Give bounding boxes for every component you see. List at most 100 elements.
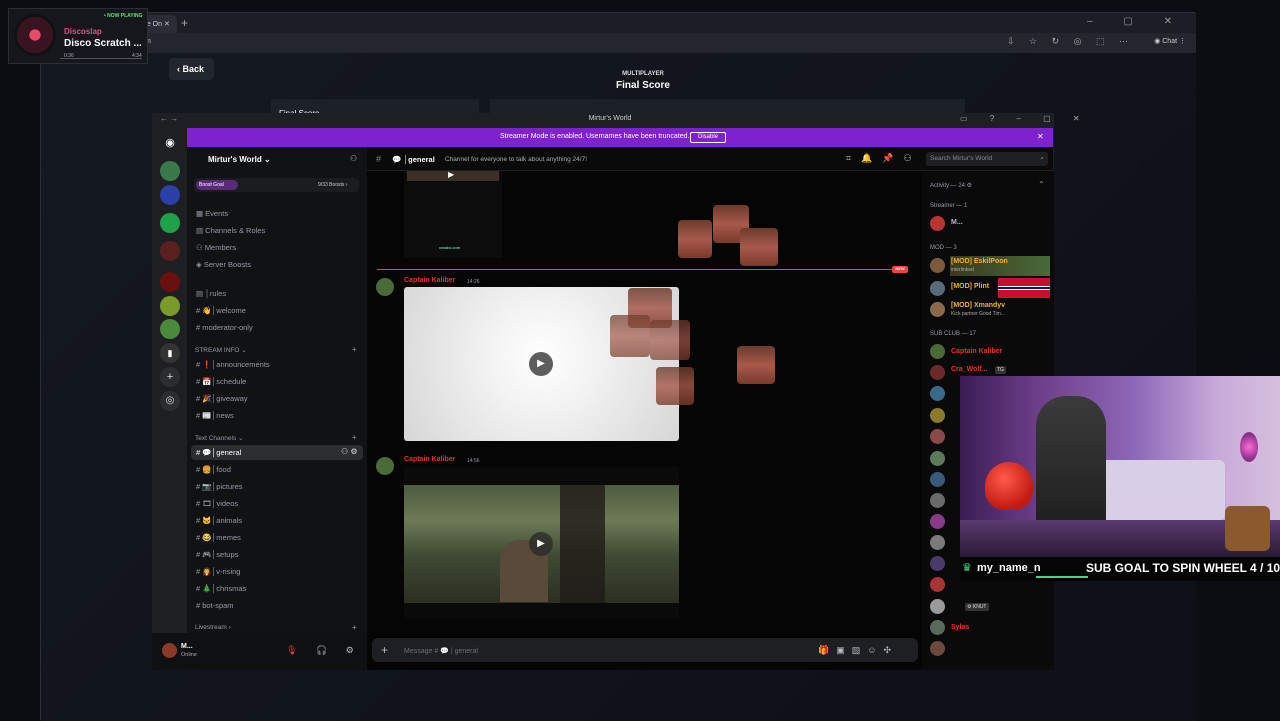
nav-channels-roles[interactable]: ▤ Channels & Roles	[196, 226, 265, 235]
input-icons[interactable]: 🎁▣▧☺✣	[818, 645, 898, 656]
category-stream-info[interactable]: STREAM INFO ⌄	[195, 346, 247, 354]
avatar[interactable]	[930, 599, 945, 614]
member-name[interactable]: [MOD] Xmandyv	[951, 302, 1005, 309]
channel-announcements[interactable]: # ❗│announcements	[196, 360, 270, 369]
play-icon[interactable]: ▶	[529, 352, 553, 376]
chevron-up-icon[interactable]: ⌃	[1038, 180, 1045, 189]
emoji-icon[interactable]: ☺	[867, 645, 883, 655]
play-icon[interactable]: ▶	[529, 532, 553, 556]
banner-close-icon[interactable]: ✕	[1037, 132, 1044, 141]
avatar[interactable]	[930, 429, 945, 444]
channel-animals[interactable]: # 🐱│animals	[196, 516, 242, 525]
add-channel-icon[interactable]: +	[352, 623, 357, 632]
channel-chrismas[interactable]: # 🎄│chrismas	[196, 584, 246, 593]
member-name[interactable]: [MOD] EskilPoon	[951, 258, 1008, 265]
channel-general[interactable]: # 💬│general	[196, 448, 241, 457]
avatar[interactable]	[930, 514, 945, 529]
nav-events[interactable]: ▦ Events	[196, 209, 228, 218]
headset-icon[interactable]: 🎧	[316, 645, 335, 655]
avatar[interactable]	[930, 493, 945, 508]
avatar[interactable]	[930, 451, 945, 466]
member-name[interactable]: Cra_Wolf...	[951, 366, 987, 373]
discover-icon[interactable]: ◎	[160, 391, 180, 411]
search-input[interactable]: Search Mirtur's World ⌕	[926, 152, 1048, 166]
channel-welcome[interactable]: # 👋│welcome	[196, 306, 246, 315]
user-controls[interactable]: 🎙 🎧 ⚙	[286, 645, 362, 656]
channel-videos[interactable]: # 🎞│videos	[196, 499, 238, 508]
avatar[interactable]	[930, 281, 945, 296]
member-name[interactable]: M...	[951, 219, 963, 226]
add-friend-icon[interactable]: ⚇	[350, 154, 357, 163]
avatar[interactable]	[930, 365, 945, 380]
avatar[interactable]	[930, 216, 945, 231]
gif-icon[interactable]: ▣	[836, 645, 852, 655]
discord-window-controls[interactable]: ▭ ? – ▢ ✕	[960, 114, 1090, 123]
server-icon[interactable]	[160, 213, 180, 233]
member-name[interactable]: Captain Kaliber	[951, 348, 1002, 355]
add-channel-icon[interactable]: +	[352, 433, 357, 442]
mirturs-world-server-icon[interactable]: ▮	[160, 343, 180, 363]
member-name[interactable]: [MOD] Plint	[951, 283, 989, 290]
sticker-icon[interactable]: ▧	[852, 645, 868, 655]
channel-settings-icon[interactable]: ⚇ ⚙	[341, 447, 358, 456]
server-icon[interactable]	[160, 319, 180, 339]
avatar[interactable]	[930, 577, 945, 592]
avatar[interactable]	[930, 258, 945, 273]
nav-server-boosts[interactable]: ◈ Server Boosts	[196, 260, 251, 269]
gift-icon[interactable]: 🎁	[818, 645, 836, 655]
avatar[interactable]	[930, 641, 945, 656]
avatar[interactable]	[930, 408, 945, 423]
bell-icon[interactable]: 🔔	[861, 153, 882, 163]
add-channel-icon[interactable]: +	[352, 345, 357, 354]
channel-moderator-only[interactable]: # moderator-only	[196, 323, 253, 332]
avatar[interactable]	[376, 457, 394, 475]
disable-streamer-mode-button[interactable]: Disable	[690, 132, 726, 143]
discord-home-icon[interactable]: ◉	[160, 133, 180, 153]
browser-toolbar-icons[interactable]: ⇩ ☆ ↻ ◎ ⬚ ⋯	[1007, 36, 1134, 47]
browser-window-controls[interactable]: – ▢ ✕	[1087, 16, 1186, 27]
channel-setups[interactable]: # 🎮│setups	[196, 550, 238, 559]
gear-icon[interactable]: ⚙	[346, 645, 362, 655]
members-icon[interactable]: ⚇	[904, 153, 922, 163]
channel-news[interactable]: # 📰│news	[196, 411, 234, 420]
nav-members[interactable]: ⚇ Members	[196, 243, 236, 252]
activity-header[interactable]: Activity — 24 ⚙	[930, 182, 972, 189]
message-author[interactable]: Captain Kaliber	[404, 456, 455, 463]
mute-icon[interactable]: 🎙	[286, 645, 305, 655]
threads-icon[interactable]: ⌗	[846, 153, 861, 163]
back-button[interactable]: ‹ Back	[169, 58, 214, 80]
member-name[interactable]: Sylas	[951, 624, 969, 631]
attach-icon[interactable]: +	[381, 643, 388, 657]
channel-bot-spam[interactable]: # bot-spam	[196, 601, 234, 610]
channel-food[interactable]: # 🍔│food	[196, 465, 231, 474]
channel-memes[interactable]: # 😂│memes	[196, 533, 241, 542]
play-icon[interactable]: ▶	[448, 170, 454, 179]
browser-chat-button[interactable]: ◉ Chat ⋮	[1154, 37, 1186, 45]
server-icon[interactable]	[160, 185, 180, 205]
avatar[interactable]	[930, 344, 945, 359]
avatar[interactable]	[930, 620, 945, 635]
channel-rules[interactable]: ▤ │rules	[196, 289, 226, 298]
avatar[interactable]	[162, 643, 177, 658]
channel-giveaway[interactable]: # 🎉│giveaway	[196, 394, 248, 403]
server-icon[interactable]	[160, 296, 180, 316]
category-text-channels[interactable]: Text Channels ⌄	[195, 434, 243, 442]
server-icon[interactable]	[160, 241, 180, 261]
server-icon[interactable]	[160, 272, 180, 292]
apps-icon[interactable]: ✣	[883, 645, 898, 655]
message-author[interactable]: Captain Kaliber	[404, 277, 455, 284]
avatar[interactable]	[376, 278, 394, 296]
header-icons[interactable]: ⌗🔔📌⚇	[846, 153, 922, 164]
avatar[interactable]	[930, 535, 945, 550]
new-tab-icon[interactable]: +	[181, 16, 188, 30]
channel-v-rising[interactable]: # 🧛│v-rising	[196, 567, 240, 576]
add-server-icon[interactable]: +	[160, 367, 180, 387]
avatar[interactable]	[930, 302, 945, 317]
category-livestream[interactable]: Livestream ›	[195, 624, 231, 631]
channel-pictures[interactable]: # 📷│pictures	[196, 482, 243, 491]
avatar[interactable]	[930, 386, 945, 401]
avatar[interactable]	[930, 556, 945, 571]
discord-nav-arrows[interactable]: ← →	[160, 114, 178, 123]
server-icon[interactable]	[160, 161, 180, 181]
avatar[interactable]	[930, 472, 945, 487]
